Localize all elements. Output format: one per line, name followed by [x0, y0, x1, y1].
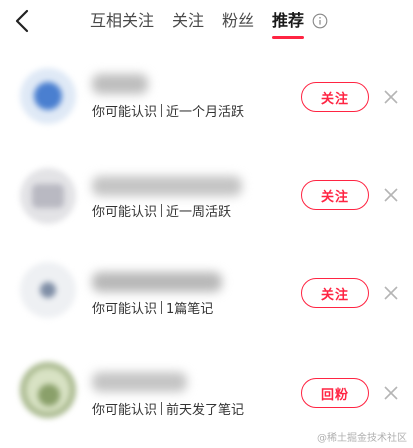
tab-bar: 互相关注 关注 粉丝 推荐	[90, 11, 328, 39]
tab-following[interactable]: 关注	[172, 11, 204, 31]
dismiss-icon[interactable]	[384, 386, 398, 400]
avatar[interactable]	[20, 362, 76, 418]
activity-text: 1篇笔记	[166, 302, 214, 317]
tab-recommended-label: 推荐	[272, 11, 305, 30]
dismiss-icon[interactable]	[384, 286, 398, 300]
reason-text: 你可能认识	[92, 105, 158, 120]
dismiss-icon[interactable]	[384, 188, 398, 202]
list-item[interactable]: 你可能认识 1篇笔记 关注	[0, 250, 413, 346]
avatar[interactable]	[20, 68, 76, 124]
recommend-reason: 你可能认识 近一个月活跃	[92, 101, 244, 120]
follow-button[interactable]: 关注	[301, 82, 369, 112]
blurred-username	[92, 272, 222, 292]
info-icon[interactable]	[312, 13, 328, 29]
follow-back-button[interactable]: 回粉	[301, 378, 369, 408]
list-item[interactable]: 你可能认识 近一个月活跃 关注	[0, 46, 413, 142]
dismiss-icon[interactable]	[384, 90, 398, 104]
blurred-username	[92, 372, 187, 392]
blurred-username	[92, 74, 148, 94]
divider	[161, 204, 163, 217]
recommend-reason: 你可能认识 前天发了笔记	[92, 399, 244, 418]
divider	[161, 301, 163, 314]
reason-text: 你可能认识	[92, 205, 158, 220]
follow-button[interactable]: 关注	[301, 278, 369, 308]
recommend-reason: 你可能认识 近一周活跃	[92, 201, 231, 220]
watermark: @稀土掘金技术社区	[317, 433, 407, 444]
reason-text: 你可能认识	[92, 302, 158, 317]
divider	[161, 104, 163, 117]
divider	[161, 402, 163, 415]
chevron-left-icon[interactable]	[8, 6, 38, 36]
active-tab-indicator	[272, 36, 305, 39]
top-bar: 互相关注 关注 粉丝 推荐	[0, 0, 413, 46]
avatar[interactable]	[20, 262, 76, 318]
activity-text: 近一周活跃	[166, 205, 232, 220]
reason-text: 你可能认识	[92, 403, 158, 418]
activity-text: 前天发了笔记	[166, 403, 245, 418]
recommend-reason: 你可能认识 1篇笔记	[92, 298, 213, 317]
blurred-username	[92, 176, 242, 196]
tab-recommended[interactable]: 推荐	[272, 11, 305, 39]
avatar[interactable]	[20, 168, 76, 224]
tab-fans[interactable]: 粉丝	[222, 11, 254, 31]
activity-text: 近一个月活跃	[166, 105, 245, 120]
tab-mutual-follow[interactable]: 互相关注	[90, 11, 154, 31]
list-item[interactable]: 你可能认识 近一周活跃 关注	[0, 150, 413, 246]
follow-button[interactable]: 关注	[301, 180, 369, 210]
